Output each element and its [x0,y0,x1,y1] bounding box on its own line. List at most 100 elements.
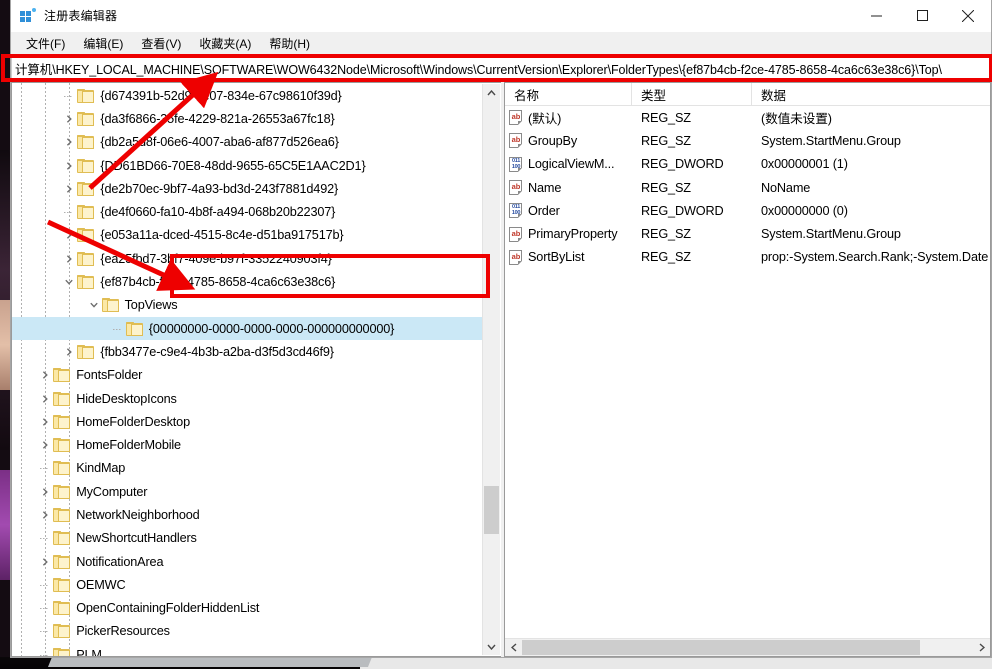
chevron-right-icon[interactable] [61,134,77,150]
tree-node-label: NetworkNeighborhood [76,508,199,522]
tree-node[interactable]: TopViews [12,294,483,317]
tree-node[interactable]: NewShortcutHandlers [12,527,483,550]
tree-node[interactable]: {de2b70ec-9bf7-4a93-bd3d-243f7881d492} [12,177,483,200]
tree-scroll-track[interactable] [483,101,500,638]
window-title: 注册表编辑器 [44,7,117,24]
chevron-right-icon[interactable] [37,367,53,383]
value-row[interactable]: ab(默认)REG_SZ(数值未设置) [505,106,990,129]
chevron-right-icon[interactable] [61,181,77,197]
folder-icon [126,322,143,336]
registry-values-pane: 名称 类型 数据 ab(默认)REG_SZ(数值未设置)abGroupByREG… [504,82,991,657]
tree-node[interactable]: OEMWC [12,573,483,596]
column-header-name[interactable]: 名称 [505,83,632,105]
folder-icon [77,228,94,242]
scroll-left-icon[interactable] [505,639,522,656]
tree-node[interactable]: {de4f0660-fa10-4b8f-a494-068b20b22307} [12,200,483,223]
string-value-icon: ab [509,110,523,125]
chevron-down-icon[interactable] [86,297,102,313]
menu-file[interactable]: 文件(F) [17,33,74,54]
tree-node[interactable]: FontsFolder [12,364,483,387]
menu-help[interactable]: 帮助(H) [260,33,319,54]
scroll-up-icon[interactable] [483,84,500,101]
minimize-button[interactable] [853,0,899,31]
tree-node-label: NotificationArea [76,555,163,569]
value-type: REG_SZ [641,111,691,125]
string-value-icon: ab [509,227,523,242]
chevron-right-icon[interactable] [37,437,53,453]
value-row[interactable]: 011100LogicalViewM...REG_DWORD0x00000001… [505,153,990,176]
chevron-right-icon[interactable] [61,227,77,243]
menu-view[interactable]: 查看(V) [132,33,190,54]
menu-favorites[interactable]: 收藏夹(A) [190,33,260,54]
tree-node[interactable]: HomeFolderDesktop [12,410,483,433]
scroll-down-icon[interactable] [483,638,500,655]
tree-node[interactable]: {e053a11a-dced-4515-8c4e-d51ba917517b} [12,224,483,247]
menu-edit[interactable]: 编辑(E) [74,33,132,54]
folder-icon [77,182,94,196]
column-header-data[interactable]: 数据 [752,83,990,105]
tree-node[interactable]: {fbb3477e-c9e4-4b3b-a2ba-d3f5d3cd46f9} [12,340,483,363]
values-horizontal-scrollbar[interactable] [505,638,990,656]
chevron-down-icon[interactable] [61,274,77,290]
tree-node[interactable]: {da3f6866-35fe-4229-821a-26553a67fc18} [12,107,483,130]
value-row[interactable]: abGroupByREG_SZSystem.StartMenu.Group [505,129,990,152]
tree-node[interactable]: HideDesktopIcons [12,387,483,410]
chevron-right-icon[interactable] [37,414,53,430]
tree-node-label: {DD61BD66-70E8-48dd-9655-65C5E1AAC2D1} [100,159,365,173]
chevron-right-icon[interactable] [61,344,77,360]
value-name-cell: abPrimaryProperty [505,227,632,242]
tree-node-label: OpenContainingFolderHiddenList [76,601,259,615]
scroll-right-icon[interactable] [973,639,990,656]
tree-node[interactable]: OpenContainingFolderHiddenList [12,597,483,620]
tree-node[interactable]: NotificationArea [12,550,483,573]
tree-node-label: PLM [76,648,102,656]
dword-value-icon: 011100 [509,203,523,218]
folder-icon [53,531,70,545]
tree-node[interactable]: {DD61BD66-70E8-48dd-9655-65C5E1AAC2D1} [12,154,483,177]
value-name: SortByList [528,250,584,264]
tree-node[interactable]: HomeFolderMobile [12,433,483,456]
value-row[interactable]: 011100OrderREG_DWORD0x00000000 (0) [505,199,990,222]
address-bar[interactable]: 计算机\HKEY_LOCAL_MACHINE\SOFTWARE\WOW6432N… [11,57,991,79]
tree-node-label: HomeFolderMobile [76,438,181,452]
chevron-right-icon[interactable] [37,554,53,570]
column-header-type[interactable]: 类型 [632,83,752,105]
value-row[interactable]: abPrimaryPropertyREG_SZSystem.StartMenu.… [505,222,990,245]
tree-scroll-thumb[interactable] [484,486,499,534]
tree-node[interactable]: NetworkNeighborhood [12,503,483,526]
value-name-cell: ab SortByList [505,250,632,265]
values-scroll-track[interactable] [522,639,973,656]
close-button[interactable] [945,0,991,31]
tree-leaf-connector [37,577,53,593]
tree-node[interactable]: MyComputer [12,480,483,503]
content-panes: {d674391b-52d9-4e07-834e-67c98610f39d}{d… [11,82,991,657]
tree-node[interactable]: {db2a5d8f-06e6-4007-aba6-af877d526ea6} [12,131,483,154]
tree-node[interactable]: PickerResources [12,620,483,643]
chevron-right-icon[interactable] [37,484,53,500]
string-value-icon: ab [509,250,523,265]
desktop-bottom-strip [360,657,992,669]
dword-value-icon: 011100 [509,157,523,172]
chevron-right-icon[interactable] [37,507,53,523]
tree-node[interactable]: KindMap [12,457,483,480]
value-type: REG_DWORD [641,204,724,218]
value-row[interactable]: abSortByListREG_SZprop:-System.Search.Ra… [505,246,990,269]
chevron-right-icon[interactable] [61,111,77,127]
maximize-button[interactable] [899,0,945,31]
folder-icon [53,438,70,452]
tree-node[interactable]: PLM [12,643,483,656]
tree-node[interactable]: {00000000-0000-0000-0000-000000000000} [12,317,483,340]
chevron-right-icon[interactable] [37,391,53,407]
value-name: GroupBy [528,134,577,148]
values-scroll-thumb[interactable] [522,640,920,655]
value-row[interactable]: abNameREG_SZNoName [505,176,990,199]
tree-node-label: FontsFolder [76,368,142,382]
tree-node[interactable]: {ea25fbd7-3bf7-409e-b97f-3352240903f4} [12,247,483,270]
tree-vertical-scrollbar[interactable] [482,84,500,655]
tree-node[interactable]: {d674391b-52d9-4e07-834e-67c98610f39d} [12,84,483,107]
chevron-right-icon[interactable] [61,251,77,267]
value-data-cell: 0x00000001 (1) [752,155,990,173]
tree-node[interactable]: {ef87b4cb-f2ce-4785-8658-4ca6c63e38c6} [12,270,483,293]
tree-node-label: {ea25fbd7-3bf7-409e-b97f-3352240903f4} [100,252,331,266]
chevron-right-icon[interactable] [61,158,77,174]
